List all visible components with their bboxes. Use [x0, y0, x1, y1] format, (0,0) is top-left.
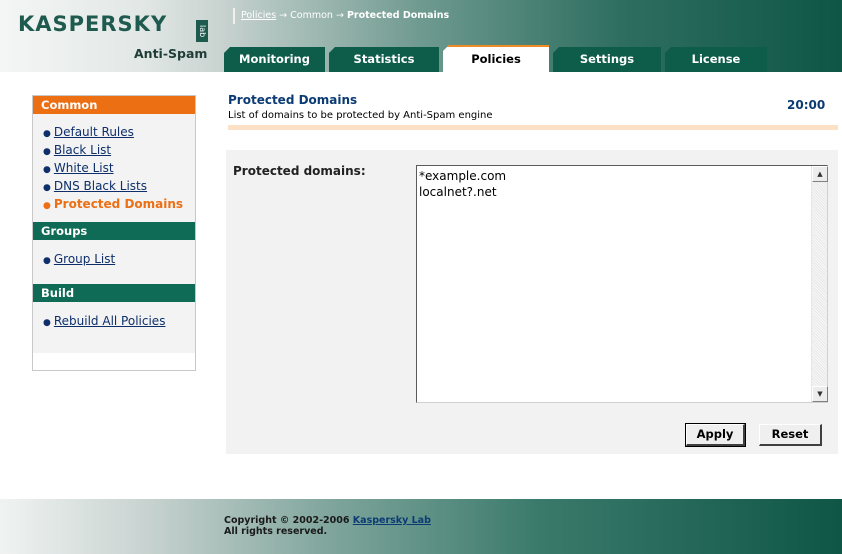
scroll-down-icon[interactable]: ▼	[812, 386, 828, 402]
title-divider	[228, 125, 838, 130]
sidebar-list-build: ● Rebuild All Policies	[33, 302, 195, 353]
breadcrumb: Policies → Common → Protected Domains	[233, 8, 449, 24]
apply-button[interactable]: Apply	[685, 423, 746, 447]
sidebar-list-common: ● Default Rules ● Black List ● White List ●…	[33, 114, 195, 222]
textarea-scrollbar[interactable]: ▲ ▼	[811, 166, 828, 402]
protected-domains-textarea[interactable]: *example.com localnet?.net ▲ ▼	[416, 165, 828, 403]
kaspersky-logo: KASPERSKY lab Anti-Spam	[18, 12, 218, 70]
breadcrumb-policies-link[interactable]: Policies	[241, 10, 276, 21]
bullet-icon: ●	[43, 256, 51, 266]
sidebar-item-rebuild-all-policies[interactable]: ● Rebuild All Policies	[43, 313, 195, 331]
header: KASPERSKY lab Anti-Spam Policies → Commo…	[0, 0, 842, 72]
sidebar-section-groups: Groups	[33, 222, 195, 240]
sidebar-item-protected-domains[interactable]: ● Protected Domains	[43, 196, 195, 214]
tab-settings[interactable]: Settings	[553, 47, 661, 72]
tab-monitoring[interactable]: Monitoring	[224, 47, 325, 72]
bullet-icon: ●	[43, 183, 51, 193]
sidebar-item-white-list[interactable]: ● White List	[43, 160, 195, 178]
protected-domains-text: *example.com localnet?.net	[419, 169, 507, 199]
rights-text: All rights reserved.	[224, 526, 328, 537]
sidebar-item-black-list[interactable]: ● Black List	[43, 142, 195, 160]
page-title: Protected Domains	[228, 93, 358, 107]
product-name: Anti-Spam	[134, 46, 208, 61]
bullet-icon: ●	[43, 147, 51, 157]
page: KASPERSKY lab Anti-Spam Policies → Commo…	[0, 0, 842, 554]
tab-policies[interactable]: Policies	[443, 45, 549, 72]
main-tabs: Monitoring Statistics Policies Settings …	[224, 45, 771, 72]
kaspersky-lab-link[interactable]: Kaspersky Lab	[353, 515, 431, 526]
copyright: Copyright © 2002-2006 Kaspersky Lab All …	[224, 515, 431, 537]
bullet-icon: ●	[43, 201, 51, 211]
sidebar-list-groups: ● Group List	[33, 240, 195, 284]
bullet-icon: ●	[43, 129, 51, 139]
clock-time: 20:00	[787, 98, 826, 112]
logo-lab-mark: lab	[196, 20, 208, 42]
sidebar: Common ● Default Rules ● Black List ● White…	[32, 95, 196, 371]
sidebar-item-dns-black-lists[interactable]: ● DNS Black Lists	[43, 178, 195, 196]
bullet-icon: ●	[43, 318, 51, 328]
protected-domains-label: Protected domains:	[233, 164, 366, 178]
sidebar-section-build: Build	[33, 284, 195, 302]
footer: Copyright © 2002-2006 Kaspersky Lab All …	[0, 499, 842, 554]
breadcrumb-separator: →	[332, 10, 347, 21]
copyright-text: Copyright © 2002-2006	[224, 515, 353, 526]
reset-button[interactable]: Reset	[759, 424, 822, 446]
breadcrumb-current: Protected Domains	[346, 10, 450, 21]
sidebar-item-group-list[interactable]: ● Group List	[43, 251, 195, 269]
sidebar-section-common: Common	[33, 96, 195, 114]
page-subtitle: List of domains to be protected by Anti-…	[228, 110, 493, 121]
bullet-icon: ●	[43, 165, 51, 175]
logo-wordmark: KASPERSKY	[18, 12, 168, 36]
protected-domains-form: Protected domains: *example.com localnet…	[226, 150, 838, 454]
tab-statistics[interactable]: Statistics	[329, 47, 439, 72]
sidebar-item-default-rules[interactable]: ● Default Rules	[43, 124, 195, 142]
breadcrumb-separator: →	[276, 10, 291, 21]
breadcrumb-common: Common	[290, 10, 333, 21]
tab-license[interactable]: License	[665, 47, 767, 72]
scroll-up-icon[interactable]: ▲	[812, 166, 828, 182]
